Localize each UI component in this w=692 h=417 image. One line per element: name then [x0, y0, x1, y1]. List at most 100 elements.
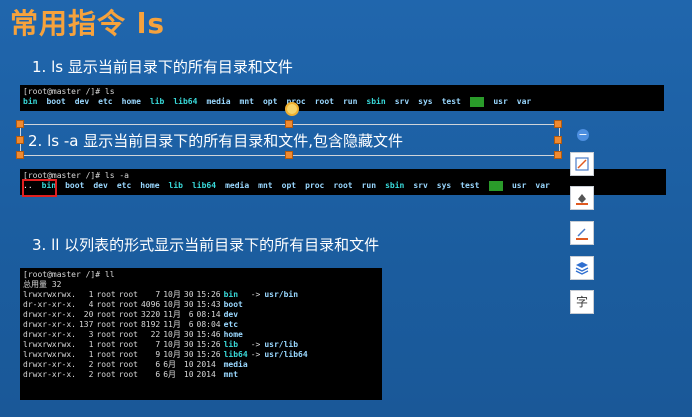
file-name: etc	[223, 320, 239, 329]
link-target: usr/bin	[264, 290, 299, 299]
cell-perm: drwxr-xr-x.	[23, 330, 76, 339]
dir-entry: etc	[98, 97, 113, 106]
resize-handle[interactable]	[16, 120, 24, 128]
cell-name: home	[224, 330, 251, 340]
cell-month: 11月	[163, 310, 181, 319]
rotate-handle[interactable]	[285, 102, 299, 116]
cell-group: root	[118, 300, 138, 309]
cell-size: 8192	[140, 320, 161, 329]
terminal-prompt: [root@master /]# ll	[23, 270, 115, 279]
slide-title[interactable]: 常用指令 ls	[10, 2, 165, 42]
file-name: dev	[223, 310, 239, 319]
dir-entry: dev	[93, 181, 108, 190]
cell-month: 10月	[163, 330, 181, 339]
dir-entry: usr	[511, 181, 527, 190]
heading-ls-a[interactable]: 2. ls -a 显示当前目录下的所有目录和文件,包含隐藏文件	[28, 130, 403, 151]
cell-links: 2	[88, 360, 94, 369]
table-row: drwxr-xr-x. 3 root root 22 10月 30 15:46 home	[23, 330, 311, 340]
cell-user: root	[96, 290, 116, 299]
cell-target	[251, 360, 311, 370]
cell-size: 4096	[140, 300, 161, 309]
resize-handle[interactable]	[285, 151, 293, 159]
cell-time: 2014	[196, 370, 216, 379]
cell-month: 10月	[163, 300, 181, 309]
cell-size: 22	[150, 330, 161, 339]
dir-entry: etc	[116, 181, 132, 190]
cell-links: 4	[88, 300, 94, 309]
resize-handle[interactable]	[554, 151, 562, 159]
listing-table: lrwxrwxrwx. 1 root root 7 10月 30 15:26 bin -> usr/…	[23, 290, 311, 380]
shape-fill-icon[interactable]	[570, 186, 594, 210]
cell-perm: drwxr-xr-x.	[23, 360, 76, 369]
dir-entry: var	[535, 181, 550, 190]
file-name: lib64	[223, 350, 248, 359]
cell-links: 1	[88, 340, 94, 349]
cell-size: 9	[155, 350, 161, 359]
resize-handle[interactable]	[554, 136, 562, 144]
file-name: lib	[223, 340, 239, 349]
cell-user: root	[96, 360, 116, 369]
cell-group: root	[118, 350, 138, 359]
dir-entry: lib64	[191, 181, 217, 190]
cell-name: dev	[224, 310, 251, 320]
dir-entry: home	[121, 97, 141, 106]
cell-user: root	[96, 320, 116, 329]
cell-name: mnt	[224, 370, 251, 380]
dir-entry: media	[206, 97, 231, 106]
resize-handle[interactable]	[285, 120, 293, 128]
cell-day: 30	[183, 340, 194, 349]
terminal-ls: [root@master /]# ls bin boot dev etc home lib…	[20, 85, 664, 111]
file-name: bin	[223, 290, 239, 299]
resize-handle[interactable]	[16, 151, 24, 159]
dir-entry: lib64	[173, 97, 198, 106]
cell-time: 15:46	[196, 330, 221, 339]
cell-links: 3	[88, 330, 94, 339]
heading-ll[interactable]: 3. ll 以列表的形式显示当前目录下的所有目录和文件	[32, 234, 379, 255]
cell-target: -> usr/lib64	[251, 350, 311, 360]
cell-links: 20	[83, 310, 94, 319]
cell-month: 10月	[163, 350, 181, 359]
cell-size: 7	[155, 340, 161, 349]
dir-entry: proc	[305, 181, 325, 190]
shape-outline-icon[interactable]	[570, 221, 594, 245]
cell-user: root	[96, 310, 116, 319]
cell-name: boot	[224, 300, 251, 310]
cell-size: 6	[155, 370, 161, 379]
cell-target	[251, 330, 311, 340]
cell-group: root	[118, 290, 138, 299]
layers-icon[interactable]	[570, 256, 594, 280]
shape-style-icon[interactable]	[570, 152, 594, 176]
dir-entry: mnt	[239, 97, 254, 106]
dir-entry: sbin	[385, 181, 405, 190]
dir-entry: lib	[168, 181, 183, 190]
resize-handle[interactable]	[16, 136, 24, 144]
cell-day: 6	[188, 320, 194, 329]
cell-target	[251, 300, 311, 310]
dir-entry: sbin	[366, 97, 386, 106]
cell-time: 2014	[196, 360, 216, 369]
cell-size: 6	[155, 360, 161, 369]
cell-time: 15:26	[196, 340, 221, 349]
cell-target	[251, 370, 311, 380]
resize-handle[interactable]	[554, 120, 562, 128]
dir-entry: bin	[23, 97, 38, 106]
dir-entry: boot	[65, 181, 85, 190]
link-target: usr/lib	[264, 340, 299, 349]
cell-perm: lrwxrwxrwx.	[23, 290, 76, 299]
cell-user: root	[96, 350, 116, 359]
cell-perm: dr-xr-xr-x.	[23, 300, 76, 309]
text-style-icon[interactable]: 字	[570, 290, 594, 314]
cell-target: -> usr/bin	[251, 290, 311, 300]
dir-entry: home	[140, 181, 160, 190]
terminal-ll: [root@master /]# ll 总用量 32 lrwxrwxrwx. 1 r…	[20, 268, 382, 400]
cell-group: root	[118, 340, 138, 349]
file-name: boot	[223, 300, 243, 309]
collapse-toolbar-button[interactable]: −	[577, 129, 589, 141]
link-arrow: ->	[250, 290, 261, 299]
cell-time: 08:04	[196, 320, 221, 329]
cell-day: 30	[183, 300, 194, 309]
cell-month: 11月	[163, 320, 181, 329]
heading-ls[interactable]: 1. ls 显示当前目录下的所有目录和文件	[32, 56, 293, 77]
dir-entry: tmp	[469, 97, 485, 107]
dir-entry: lib	[149, 97, 165, 106]
